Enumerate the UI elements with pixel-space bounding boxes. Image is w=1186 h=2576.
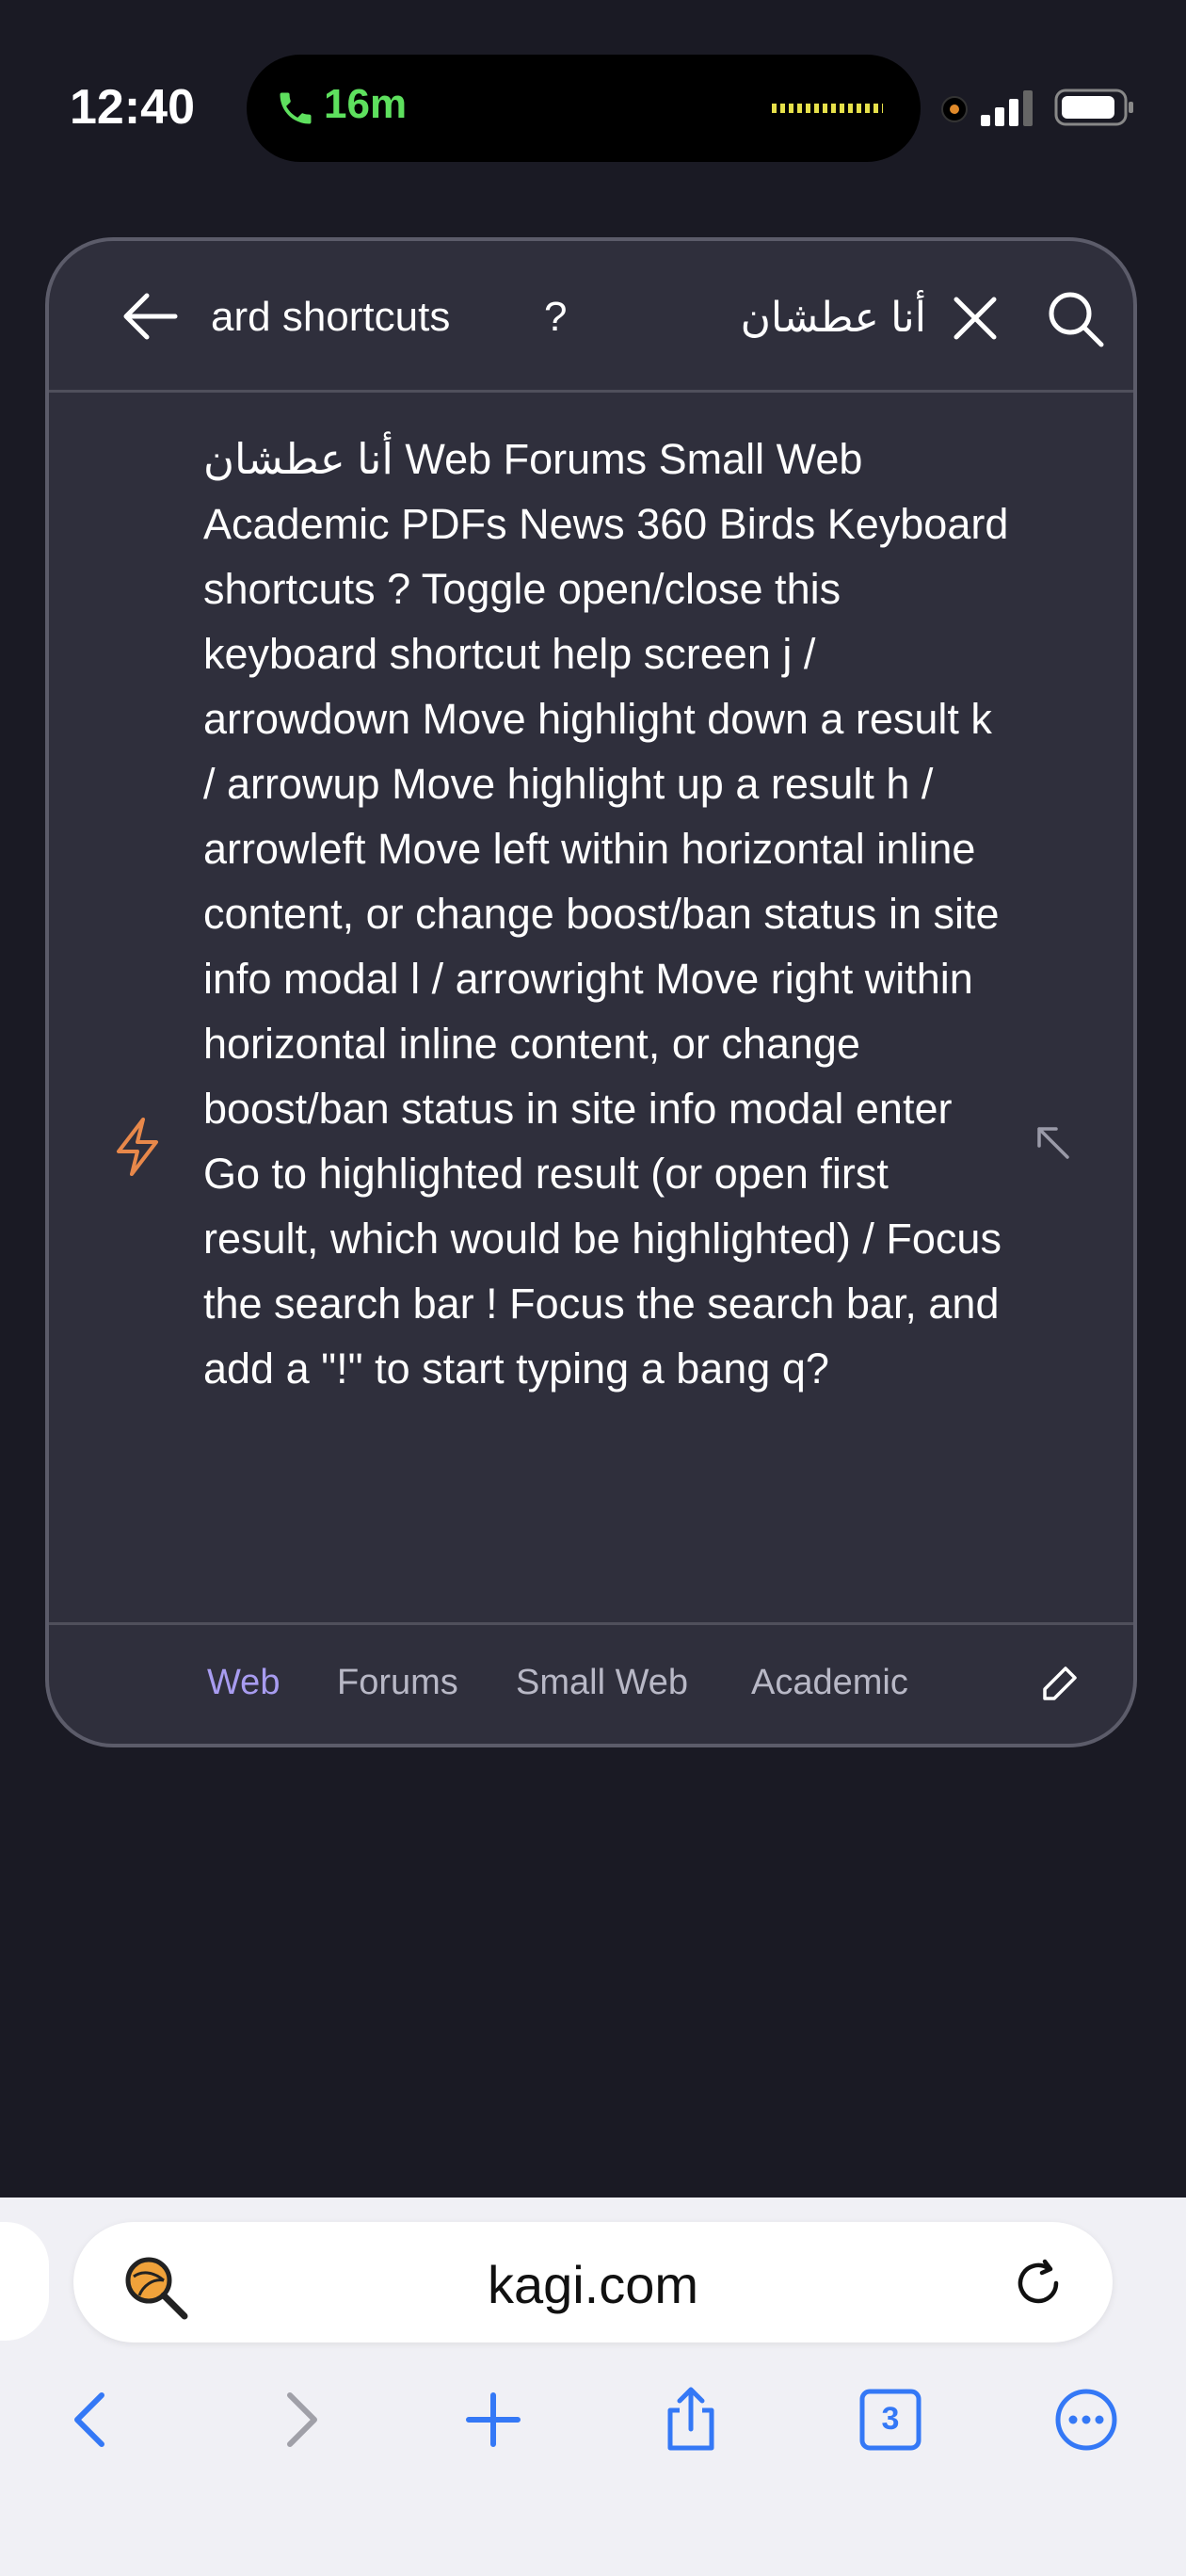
previous-tab-peek[interactable] <box>0 2222 49 2341</box>
fill-arrow-icon[interactable] <box>1032 1121 1073 1163</box>
status-time: 12:40 <box>70 80 195 135</box>
call-duration: 16m <box>324 81 408 127</box>
browser-toolbar: kagi.com 3 <box>0 2198 1186 2576</box>
url-text: kagi.com <box>487 2255 699 2314</box>
query-text-arabic: أنا عطشان <box>740 295 926 341</box>
suggestion-item[interactable]: أنا عطشان Web Forums Small Web Academic … <box>49 393 1133 1625</box>
audio-wave-icon <box>772 104 883 113</box>
battery-icon <box>1054 89 1133 126</box>
search-icon[interactable] <box>1045 288 1105 348</box>
back-arrow-icon[interactable] <box>120 290 181 343</box>
tab-small-web[interactable]: Small Web <box>516 1663 688 1703</box>
search-input[interactable]: ard shortcuts ? أنا عطشان <box>211 288 926 354</box>
nav-back-icon[interactable] <box>60 2386 128 2454</box>
query-text-question: ? <box>544 294 568 340</box>
reload-icon[interactable] <box>1011 2256 1066 2310</box>
call-indicator[interactable]: 16m <box>247 55 921 162</box>
nav-forward-icon[interactable] <box>264 2386 331 2454</box>
search-panel: ard shortcuts ? أنا عطشان أنا عطشان Web … <box>45 237 1137 1747</box>
share-icon[interactable] <box>657 2386 725 2454</box>
more-icon[interactable] <box>1052 2386 1120 2454</box>
address-bar[interactable]: kagi.com <box>73 2222 1113 2343</box>
edit-icon[interactable] <box>1039 1663 1081 1704</box>
query-text-english: ard shortcuts <box>211 294 451 340</box>
search-bar[interactable]: ard shortcuts ? أنا عطشان <box>49 241 1133 393</box>
signal-icon <box>981 90 1033 126</box>
phone-icon <box>280 92 312 124</box>
search-lens-tabs: Web Forums Small Web Academic <box>49 1625 1133 1744</box>
tabs-icon[interactable]: 3 <box>857 2386 924 2454</box>
tab-academic[interactable]: Academic <box>751 1663 908 1703</box>
privacy-indicator-icon <box>941 96 968 122</box>
suggestion-text: أنا عطشان Web Forums Small Web Academic … <box>203 435 1009 1393</box>
tab-forums[interactable]: Forums <box>337 1663 458 1703</box>
clear-icon[interactable] <box>949 292 1002 345</box>
tab-web[interactable]: Web <box>207 1663 280 1703</box>
tab-count: 3 <box>881 2401 900 2437</box>
new-tab-icon[interactable] <box>459 2386 527 2454</box>
bolt-icon <box>117 1118 158 1176</box>
